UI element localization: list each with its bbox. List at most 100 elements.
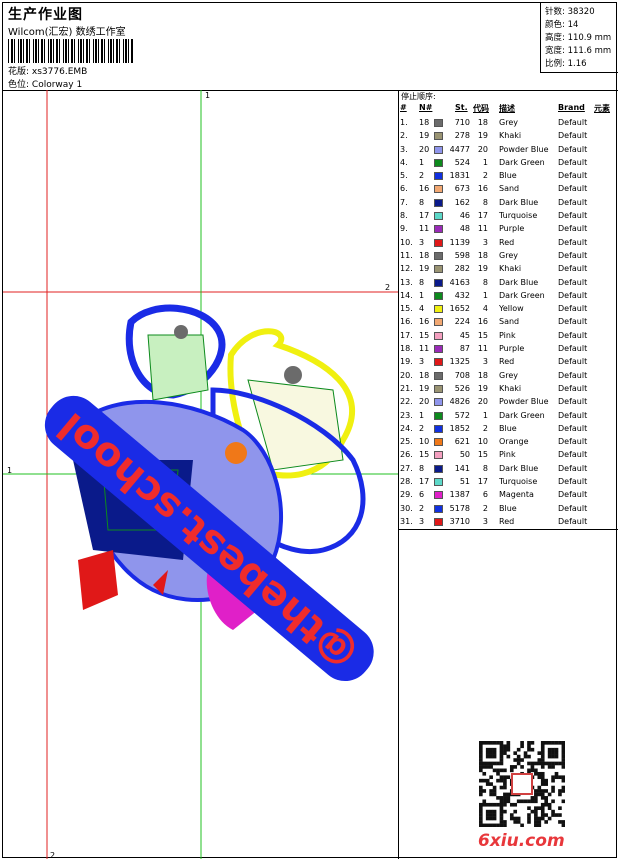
row-seq: 7.	[400, 197, 408, 207]
row-code: 17	[477, 477, 488, 487]
row-needle: 6	[419, 490, 425, 500]
row-code: 10	[477, 437, 488, 447]
stat-label: 比例:	[545, 59, 565, 69]
page-title: 生产作业图	[8, 7, 83, 23]
stat-value: 14	[567, 20, 579, 30]
row-seq: 28.	[400, 477, 413, 487]
sequence-row: 12. 19 282 19 Khaki Default	[399, 263, 618, 276]
header-seq: #	[400, 103, 407, 112]
marker-left: 1	[7, 466, 12, 475]
qr-code	[479, 741, 566, 828]
sequence-row: 27. 8 141 8 Dark Blue Default	[399, 463, 618, 476]
row-seq: 20.	[400, 370, 413, 380]
row-code: 19	[477, 264, 488, 274]
row-code: 17	[477, 211, 488, 221]
stat-value: 1.16	[567, 59, 587, 69]
row-seq: 24.	[400, 423, 413, 433]
row-code: 18	[477, 370, 488, 380]
row-code: 8	[482, 463, 488, 473]
row-description: Khaki	[499, 131, 522, 141]
sequence-rows: 1. 18 710 18 Grey Default 2. 19 278 19 Khaki Defaul…	[399, 117, 618, 529]
row-description: Grey	[499, 118, 518, 127]
sequence-row: 13. 8 4163 8 Dark Blue Default	[399, 277, 618, 290]
sequence-row: 5. 2 1831 2 Blue Default	[399, 170, 618, 183]
color-swatch	[434, 251, 443, 260]
row-stitches: 282	[454, 264, 470, 274]
row-brand: Default	[558, 118, 588, 127]
row-description: Purple	[499, 344, 525, 354]
stat-label: 颜色:	[545, 20, 565, 30]
row-stitches: 46	[459, 211, 470, 221]
row-description: Powder Blue	[499, 397, 549, 407]
row-brand: Default	[558, 250, 588, 260]
color-swatch	[434, 358, 443, 367]
header-info: 生产作业图 Wilcom(汇宏) 数绣工作室 花版: xs3776.EMB 色位…	[3, 3, 541, 90]
row-brand: Default	[558, 330, 588, 340]
color-swatch	[434, 478, 443, 487]
row-code: 15	[477, 330, 488, 340]
row-seq: 10.	[400, 237, 413, 247]
row-description: Dark Blue	[499, 277, 539, 287]
row-stitches: 4163	[449, 277, 470, 287]
row-brand: Default	[558, 463, 588, 473]
row-stitches: 278	[454, 131, 470, 141]
row-brand: Default	[558, 197, 588, 207]
sequence-row: 16. 16 224 16 Sand Default	[399, 316, 618, 329]
row-needle: 11	[419, 344, 430, 354]
sequence-row: 22. 20 4826 20 Powder Blue Default	[399, 396, 618, 409]
row-needle: 18	[419, 370, 430, 380]
row-needle: 2	[419, 423, 425, 433]
sequence-row: 18. 11 87 11 Purple Default	[399, 343, 618, 356]
artwork-shapes: @thebest.school	[44, 304, 374, 682]
row-description: Blue	[499, 171, 517, 181]
row-stitches: 4477	[449, 144, 470, 154]
colorway-line: 色位: Colorway 1	[8, 77, 82, 90]
row-description: Sand	[499, 317, 520, 327]
color-swatch	[434, 212, 443, 221]
row-description: Grey	[499, 370, 518, 380]
row-brand: Default	[558, 264, 588, 274]
company-name: Wilcom(汇宏) 数绣工作室	[8, 27, 126, 38]
row-stitches: 1852	[449, 423, 470, 433]
sequence-row: 10. 3 1139 3 Red Default	[399, 237, 618, 250]
row-needle: 4	[419, 304, 425, 314]
stat-width: 宽度: 111.6 mm	[545, 44, 611, 56]
row-stitches: 51	[459, 477, 470, 487]
stat-height: 高度: 110.9 mm	[545, 31, 611, 43]
row-description: Khaki	[499, 383, 522, 393]
row-description: Magenta	[499, 490, 534, 500]
row-stitches: 50	[459, 450, 470, 460]
row-stitches: 526	[454, 383, 470, 393]
row-description: Dark Green	[499, 290, 545, 300]
color-swatch	[434, 491, 443, 500]
design-file-name: xs3776.EMB	[31, 67, 88, 77]
sequence-row: 26. 15 50 15 Pink Default	[399, 449, 618, 462]
sequence-row: 4. 1 524 1 Dark Green Default	[399, 157, 618, 170]
row-stitches: 48	[459, 224, 470, 234]
row-brand: Default	[558, 423, 588, 433]
stat-label: 宽度:	[545, 46, 565, 56]
color-swatch	[434, 517, 443, 526]
header-stitches: St.	[455, 103, 468, 112]
row-seq: 19.	[400, 357, 413, 367]
color-swatch	[434, 464, 443, 473]
row-stitches: 710	[454, 118, 470, 127]
orange-dot	[225, 442, 247, 464]
row-brand: Default	[558, 477, 588, 487]
row-brand: Default	[558, 211, 588, 221]
row-brand: Default	[558, 171, 588, 181]
color-swatch	[434, 119, 443, 127]
row-brand: Default	[558, 490, 588, 500]
row-seq: 17.	[400, 330, 413, 340]
row-needle: 3	[419, 516, 425, 526]
sequence-header-row: # N# St. 代码 描述 Brand 元素	[399, 103, 618, 115]
marker-bottom: 2	[50, 851, 55, 859]
color-swatch	[434, 265, 443, 274]
row-seq: 11.	[400, 250, 413, 260]
row-seq: 26.	[400, 450, 413, 460]
sequence-row: 7. 8 162 8 Dark Blue Default	[399, 197, 618, 210]
sequence-row: 19. 3 1325 3 Red Default	[399, 356, 618, 369]
row-stitches: 621	[454, 437, 470, 447]
row-needle: 19	[419, 131, 430, 141]
row-needle: 20	[419, 144, 430, 154]
